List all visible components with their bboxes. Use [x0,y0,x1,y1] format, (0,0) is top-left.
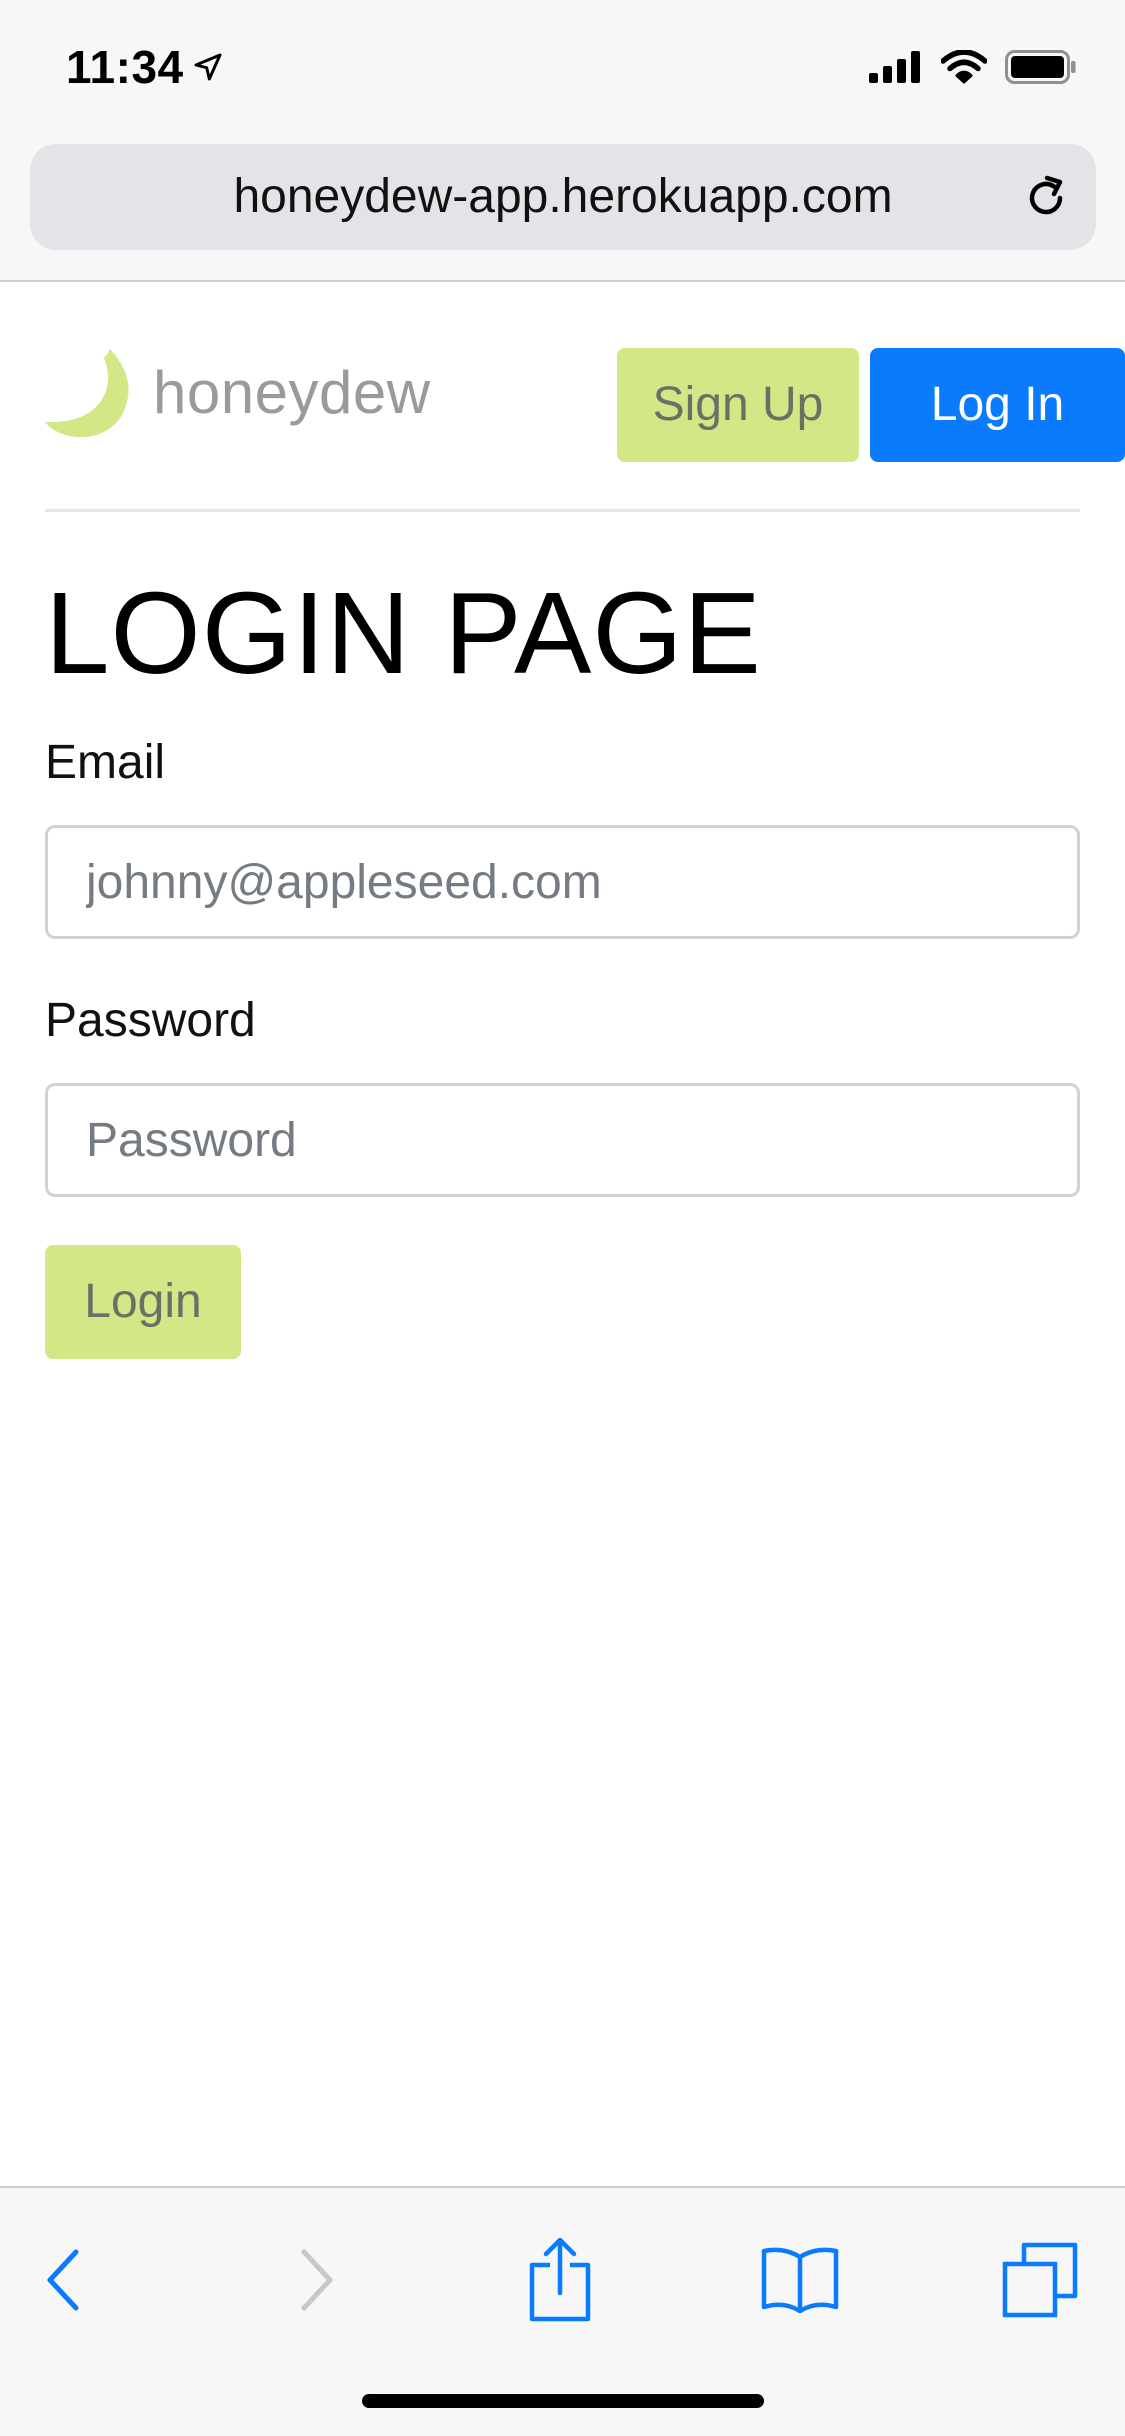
logo-text: honeydew [153,358,431,426]
site-header: honeydew Sign Up Log In [45,282,1125,512]
battery-icon [1005,50,1076,84]
chevron-right-icon [301,2249,333,2311]
forward-button[interactable] [266,2230,366,2330]
password-label: Password [45,994,256,1047]
wifi-icon [941,50,987,84]
sign-up-button[interactable]: Sign Up [617,348,859,462]
tabs-button[interactable] [990,2230,1090,2330]
share-button[interactable] [510,2230,610,2330]
email-label: Email [45,736,166,789]
bookmarks-button[interactable] [750,2230,850,2330]
email-field[interactable] [45,825,1080,939]
address-url[interactable]: honeydew-app.herokuapp.com [30,144,1096,250]
browser-top-chrome: 11:34 honeydew-app.herokuapp.com [0,0,1125,282]
cellular-signal-icon [869,51,920,83]
share-icon [529,2237,591,2322]
honeydew-melon-icon [45,345,129,438]
password-field[interactable] [45,1083,1080,1197]
page-title: LOGIN PAGE [45,568,762,698]
login-submit-button[interactable]: Login [45,1245,241,1359]
tabs-icon [1002,2242,1078,2318]
log-in-button[interactable]: Log In [870,348,1125,462]
reload-icon[interactable] [1020,172,1072,224]
address-bar[interactable]: honeydew-app.herokuapp.com [30,144,1096,250]
book-icon [761,2247,839,2314]
status-icons [869,50,1077,84]
chevron-left-icon [47,2249,79,2311]
logo[interactable]: honeydew [45,340,431,444]
status-time: 11:34 [66,41,184,93]
status-time-group: 11:34 [66,40,224,94]
location-arrow-icon [194,53,222,81]
home-indicator [362,2394,764,2408]
back-button[interactable] [14,2230,114,2330]
